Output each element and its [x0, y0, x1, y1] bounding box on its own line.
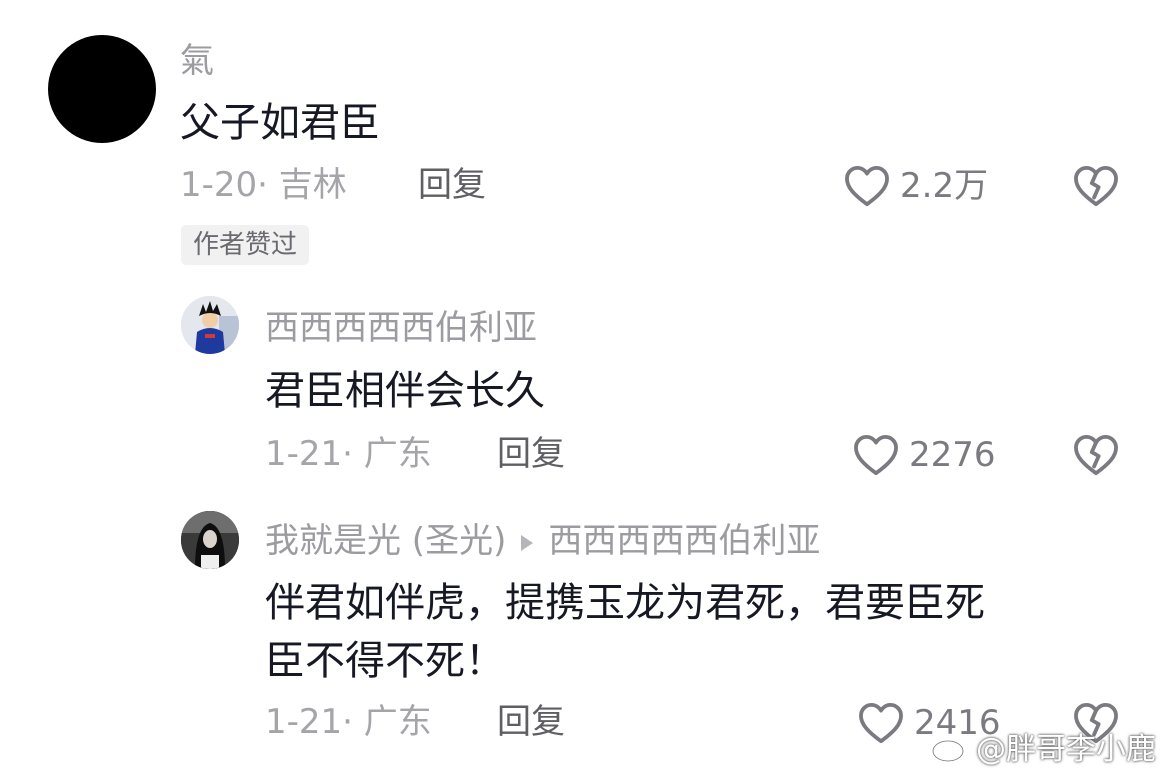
reply-item: 我就是光 (圣光) 西西西西西伯利亚 伴君如伴虎，提携玉龙为君死，君要臣死 臣不得…: [0, 0, 1170, 779]
watermark: @胖哥李小鹿: [930, 731, 1156, 769]
reply-button[interactable]: 回复: [497, 705, 565, 739]
comment-thread: 氣 父子如君臣 1-20· 吉林 回复 2.2万 作者赞过 西西西西西伯利亚 君…: [0, 0, 1170, 779]
reply-username[interactable]: 我就是光 (圣光): [265, 521, 506, 561]
watermark-text: @胖哥李小鹿: [976, 732, 1156, 767]
reply-text: 伴君如伴虎，提携玉龙为君死，君要臣死 臣不得不死！: [265, 574, 985, 690]
reply-to-arrow-icon: [518, 526, 536, 560]
avatar-image: [181, 511, 239, 569]
reply-text-line: 臣不得不死！: [265, 638, 505, 684]
reply-date-location: 1-21· 广东: [265, 702, 432, 742]
avatar[interactable]: [181, 511, 239, 569]
reply-to-username[interactable]: 西西西西西伯利亚: [548, 521, 820, 561]
reply-username-line: 我就是光 (圣光) 西西西西西伯利亚: [265, 524, 820, 560]
weibo-icon: [930, 731, 970, 769]
reply-text-line: 伴君如伴虎，提携玉龙为君死，君要臣死: [265, 580, 985, 626]
heart-icon: [858, 702, 904, 744]
